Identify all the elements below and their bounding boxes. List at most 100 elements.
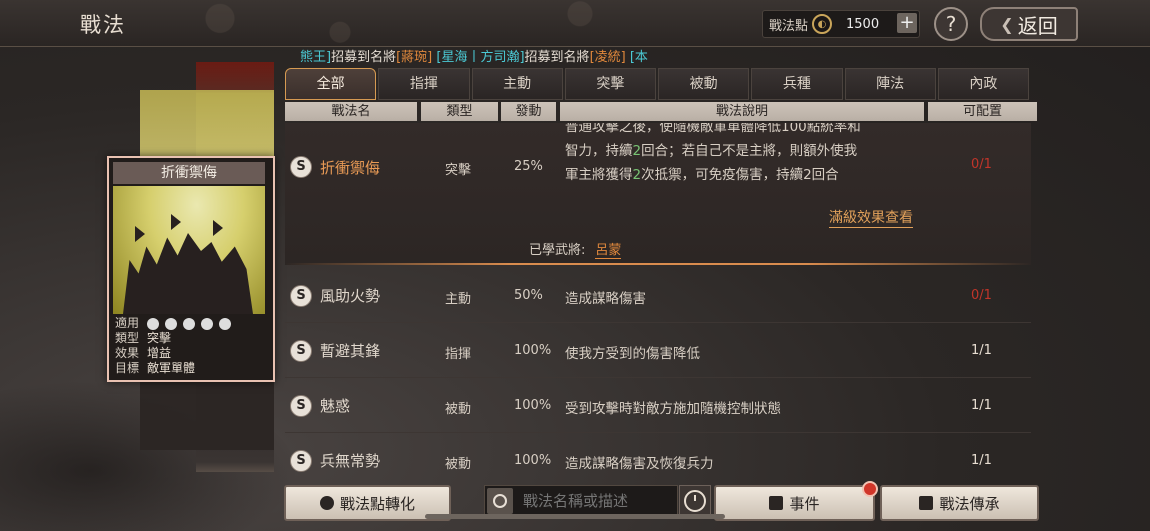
tactic-row[interactable]: S 暫避其鋒 指揮 100% 使我方受到的傷害降低 1/1 (285, 322, 1031, 378)
tactic-description: 造成謀略傷害 (565, 291, 646, 307)
card-key: 適用 (115, 316, 140, 330)
horizontal-scrollbar[interactable] (425, 514, 725, 519)
cloud-pattern (160, 0, 760, 46)
add-points-button[interactable]: + (897, 13, 917, 33)
notification-dot (862, 481, 878, 497)
card-value: 突擊 (147, 331, 172, 345)
tab-command[interactable]: 指揮 (378, 68, 470, 100)
slot-count: 0/1 (971, 157, 992, 172)
ticker-segment: [星海丨方司瀚] (436, 50, 525, 65)
tactic-probability: 25% (514, 159, 543, 174)
tactic-type: 主動 (445, 292, 472, 307)
desc-line-3: 軍主將獲得2次抵禦，可免疫傷害，持續2回合 (565, 163, 925, 187)
tactic-name: 兵無常勢 (320, 452, 381, 470)
tactic-name: 風助火勢 (320, 287, 381, 305)
tactic-row[interactable]: S 魅惑 被動 100% 受到攻擊時對敵方施加隨機控制狀態 1/1 (285, 377, 1031, 433)
top-bar: 戰法 戰法點 ◐ 1500 + ? ❮ 返回 (0, 0, 1150, 47)
desc-text: 回合；若自己不是主將，則額外使我 (641, 143, 858, 159)
cavalry-icon (147, 317, 160, 330)
events-button[interactable]: 事件 (714, 485, 875, 521)
ticker-segment: [本 (625, 50, 648, 65)
tab-formation[interactable]: 陣法 (844, 68, 936, 100)
card-key: 類型 (115, 331, 140, 345)
page-title: 戰法 (80, 13, 126, 37)
compass-coin-icon: ◐ (812, 14, 833, 34)
card-row-applicable: 適用 (115, 316, 237, 331)
card-info: 適用 類型 突擊 效果 增益 目標 敵軍單體 (115, 316, 237, 376)
grade-badge: S (290, 340, 312, 362)
grade-badge: S (290, 450, 312, 472)
points-label: 戰法點 (769, 18, 809, 34)
tab-assault[interactable]: 突擊 (564, 68, 656, 100)
grade-badge: S (290, 285, 312, 307)
flag-icon (171, 214, 181, 230)
column-header-name[interactable]: 戰法名 (285, 102, 417, 121)
tactic-description: 使我方受到的傷害降低 (565, 346, 700, 362)
card-value: 增益 (147, 346, 172, 360)
tactic-description: 受到攻擊時對敵方施加隨機控制狀態 (565, 401, 781, 417)
card-key: 目標 (115, 361, 140, 375)
search-icon[interactable] (487, 488, 513, 514)
clock-icon (684, 490, 706, 512)
ticker-segment: 招募到名將 (331, 50, 397, 65)
card-row-target: 目標 敵軍單體 (115, 361, 237, 376)
card-key: 效果 (115, 346, 140, 360)
desc-line-2: 智力，持續2回合；若自己不是主將，則額外使我 (565, 139, 925, 163)
tactic-name: 魅惑 (320, 397, 351, 415)
back-button[interactable]: ❮ 返回 (980, 7, 1078, 41)
tab-troop[interactable]: 兵種 (751, 68, 843, 100)
history-button[interactable] (679, 485, 711, 517)
tactic-type: 被動 (445, 402, 472, 417)
tactic-row[interactable]: S 風助火勢 主動 50% 造成謀略傷害 0/1 (285, 267, 1031, 323)
flag-icon (213, 220, 223, 236)
tactic-type: 被動 (445, 457, 472, 472)
slot-count: 1/1 (971, 453, 992, 468)
card-artwork (113, 186, 265, 314)
compass-icon (319, 496, 334, 510)
tactic-points-display: 戰法點 ◐ 1500 + (762, 10, 920, 38)
ticker-segment: 招募到名將 (524, 50, 590, 65)
desc-text: 次抵禦，可免疫傷害，持續2回合 (641, 167, 839, 183)
inherit-label: 戰法傳承 (939, 494, 1000, 513)
column-header-description: 戰法說明 (560, 102, 924, 121)
tactic-type: 突擊 (445, 163, 472, 178)
points-value: 1500 (846, 16, 880, 32)
tab-active[interactable]: 主動 (471, 68, 563, 100)
tab-passive[interactable]: 被動 (658, 68, 750, 100)
ticker-segment: [凌統] (589, 50, 626, 65)
slot-count: 0/1 (971, 288, 992, 303)
tactic-name: 折衝禦侮 (320, 159, 381, 177)
tactic-probability: 100% (514, 398, 552, 413)
search-box (484, 485, 678, 517)
tactic-name: 暫避其鋒 (320, 342, 381, 360)
convert-label: 戰法點轉化 (339, 494, 415, 513)
expanded-tactic-row[interactable]: S 折衝禦侮 突擊 25% 普通攻擊之後，使隨機敵軍單體降低100點統率和 智力… (285, 123, 1031, 265)
column-header-type[interactable]: 類型 (421, 102, 498, 121)
learned-general-link[interactable]: 呂蒙 (595, 243, 622, 259)
column-header-slots[interactable]: 可配置 (928, 102, 1037, 121)
desc-text: 軍主將獲得 (565, 167, 633, 183)
tactic-probability: 50% (514, 288, 543, 303)
grade-badge: S (290, 395, 312, 417)
tactic-description: 造成謀略傷害及恢復兵力 (565, 456, 714, 472)
column-header-trigger[interactable]: 發動 (501, 102, 556, 121)
card-row-effect: 效果 增益 (115, 346, 237, 361)
back-label: 返回 (1017, 13, 1058, 38)
desc-text: 智力，持續 (565, 143, 633, 159)
card-title: 折衝禦侮 (113, 162, 265, 184)
tactic-card[interactable]: 折衝禦侮 適用 類型 突擊 效果 增益 目標 敵軍單體 (107, 156, 275, 382)
grade-badge: S (290, 156, 312, 178)
full-effect-link[interactable]: 滿級效果查看 (829, 207, 913, 228)
card-row-type: 類型 突擊 (115, 331, 237, 346)
flag-icon (135, 226, 145, 242)
tab-internal[interactable]: 內政 (937, 68, 1029, 100)
search-input[interactable] (521, 491, 675, 511)
back-arrow-icon: ❮ (1000, 14, 1014, 34)
inherit-button[interactable]: 戰法傳承 (880, 485, 1039, 521)
tactic-row[interactable]: S 兵無常勢 被動 100% 造成謀略傷害及恢復兵力 1/1 (285, 432, 1031, 480)
desc-highlight: 2 (632, 167, 642, 183)
slot-count: 1/1 (971, 398, 992, 413)
ticker-segment: [蔣琬] (396, 50, 433, 65)
help-button[interactable]: ? (934, 7, 968, 41)
tab-all[interactable]: 全部 (285, 68, 377, 100)
